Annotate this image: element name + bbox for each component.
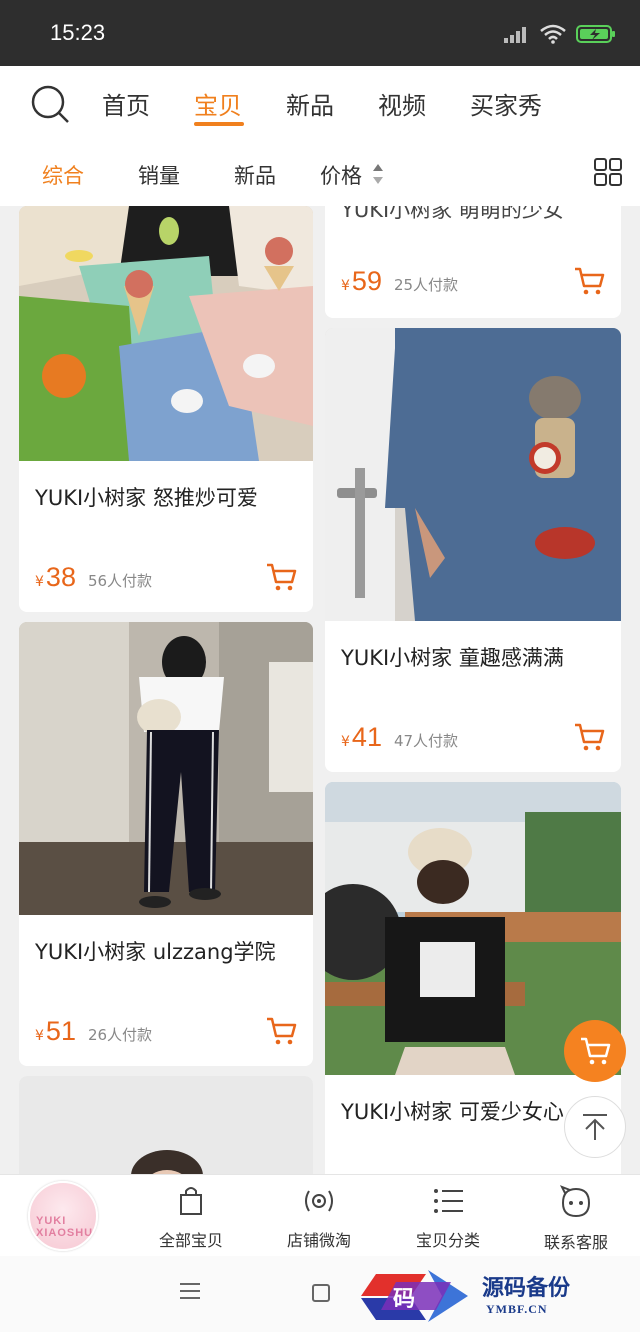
watermark-glyph: 码: [393, 1286, 415, 1312]
tab-label: 全部宝贝: [158, 1231, 223, 1250]
product-title[interactable]: YUKI小树家 ulzzang学院: [35, 936, 297, 966]
active-tab-indicator: [194, 122, 244, 126]
home-button[interactable]: [312, 1284, 330, 1302]
product-photo: [19, 206, 313, 461]
shopping-bag-icon: [180, 1187, 202, 1215]
tab-buyer-show[interactable]: 买家秀: [470, 86, 542, 121]
product-feed[interactable]: YUKI小树家 怒推炒可爱 ¥ 38 56人付款 YUKI小树家 ulzzang…: [0, 206, 640, 1174]
sold-count: 47人付款: [393, 732, 459, 750]
product-image[interactable]: [325, 328, 621, 621]
sort-price[interactable]: 价格: [320, 160, 362, 190]
sort-arrows-icon: [373, 164, 383, 184]
add-to-cart-icon[interactable]: [573, 266, 605, 296]
tab-items[interactable]: 宝贝: [194, 86, 242, 121]
product-price: 59: [351, 266, 382, 296]
bottom-tab-bar: YUKI XIAOSHU 全部宝贝 店铺微淘 宝贝分类 联系客服: [0, 1174, 640, 1256]
price-line: ¥ 59 25人付款: [341, 266, 458, 297]
status-bar: 15:23: [0, 0, 640, 66]
sort-bar: 综合 销量 新品 价格: [0, 140, 640, 206]
tab-new[interactable]: 新品: [286, 86, 334, 121]
product-price: 51: [45, 1016, 76, 1046]
add-to-cart-icon[interactable]: [265, 1016, 297, 1046]
product-title[interactable]: YUKI小树家 童趣感满满: [341, 642, 607, 672]
product-card[interactable]: YUKI小树家 怒推炒可爱 ¥ 38 56人付款: [19, 206, 313, 612]
currency-symbol: ¥: [341, 734, 350, 750]
watermark-url: YMBF.CN: [486, 1302, 548, 1316]
menu-icon[interactable]: [180, 1282, 200, 1300]
product-photo: [19, 622, 313, 915]
currency-symbol: ¥: [35, 1028, 44, 1044]
system-nav-bar: 码 源码备份 YMBF.CN: [0, 1256, 640, 1332]
service-face-icon: [559, 1185, 591, 1218]
product-card[interactable]: [19, 1076, 313, 1174]
watermark-title: 源码备份: [482, 1275, 571, 1301]
broadcast-icon: [305, 1190, 333, 1212]
product-title[interactable]: YUKI小树家 可爱少女心: [341, 1096, 571, 1126]
search-icon: [31, 85, 69, 123]
floating-cart-button[interactable]: [564, 1020, 626, 1082]
list-icon: [434, 1189, 463, 1213]
top-nav: 首页 宝贝 新品 视频 买家秀: [0, 66, 640, 140]
product-card[interactable]: YUKI小树家 ulzzang学院 ¥ 51 26人付款: [19, 622, 313, 1066]
cart-icon: [581, 1037, 611, 1065]
tab-categories[interactable]: 宝贝分类: [393, 1181, 503, 1251]
battery-charging-icon: [576, 25, 615, 43]
add-to-cart-icon[interactable]: [265, 562, 297, 592]
product-price: 38: [45, 562, 76, 592]
product-price: 41: [351, 722, 382, 752]
product-title[interactable]: YUKI小树家 怒推炒可爱: [35, 482, 297, 512]
tab-home[interactable]: 首页: [102, 86, 150, 121]
add-to-cart-icon[interactable]: [573, 722, 605, 752]
product-image[interactable]: [19, 206, 313, 461]
tab-all-items[interactable]: 全部宝贝: [136, 1181, 246, 1251]
status-time: 15:23: [50, 20, 106, 45]
signal-icon: [504, 27, 526, 43]
wifi-icon: [540, 24, 566, 44]
product-photo: [325, 328, 621, 621]
sold-count: 26人付款: [87, 1026, 153, 1044]
tab-label: 宝贝分类: [415, 1231, 480, 1250]
sort-new[interactable]: 新品: [234, 160, 276, 190]
shop-avatar-text: YUKI XIAOSHU: [36, 1215, 94, 1239]
status-icons: [504, 24, 616, 44]
tab-shop-feed[interactable]: 店铺微淘: [264, 1181, 374, 1251]
grid-layout-icon[interactable]: [594, 158, 622, 186]
tab-customer-service[interactable]: 联系客服: [521, 1181, 631, 1252]
sort-comprehensive[interactable]: 综合: [42, 160, 84, 190]
sold-count: 25人付款: [393, 276, 459, 294]
arrow-up-icon: [583, 1114, 607, 1140]
search-button[interactable]: [28, 82, 72, 126]
product-card[interactable]: YUKI小树家 童趣感满满 ¥ 41 47人付款: [325, 328, 621, 772]
back-to-top-button[interactable]: [564, 1096, 626, 1158]
watermark-logo: 码 源码备份 YMBF.CN: [356, 1264, 626, 1328]
price-line: ¥ 38 56人付款: [35, 562, 152, 593]
product-title[interactable]: YUKI小树家 萌萌的少女: [341, 206, 607, 224]
sold-count: 56人付款: [87, 572, 153, 590]
tab-label: 店铺微淘: [286, 1231, 351, 1250]
currency-symbol: ¥: [35, 574, 44, 590]
price-line: ¥ 41 47人付款: [341, 722, 458, 753]
shop-avatar[interactable]: YUKI XIAOSHU: [28, 1181, 98, 1251]
tab-label: 联系客服: [543, 1233, 608, 1252]
watermark-emblem: 码: [361, 1270, 468, 1322]
product-image[interactable]: [19, 622, 313, 915]
sort-sales[interactable]: 销量: [138, 160, 180, 190]
product-image[interactable]: [19, 1076, 313, 1174]
product-card[interactable]: YUKI小树家 萌萌的少女 ¥ 59 25人付款: [325, 206, 621, 318]
currency-symbol: ¥: [341, 278, 350, 294]
price-line: ¥ 51 26人付款: [35, 1016, 152, 1047]
product-photo: [19, 1076, 313, 1174]
tab-video[interactable]: 视频: [378, 86, 426, 121]
